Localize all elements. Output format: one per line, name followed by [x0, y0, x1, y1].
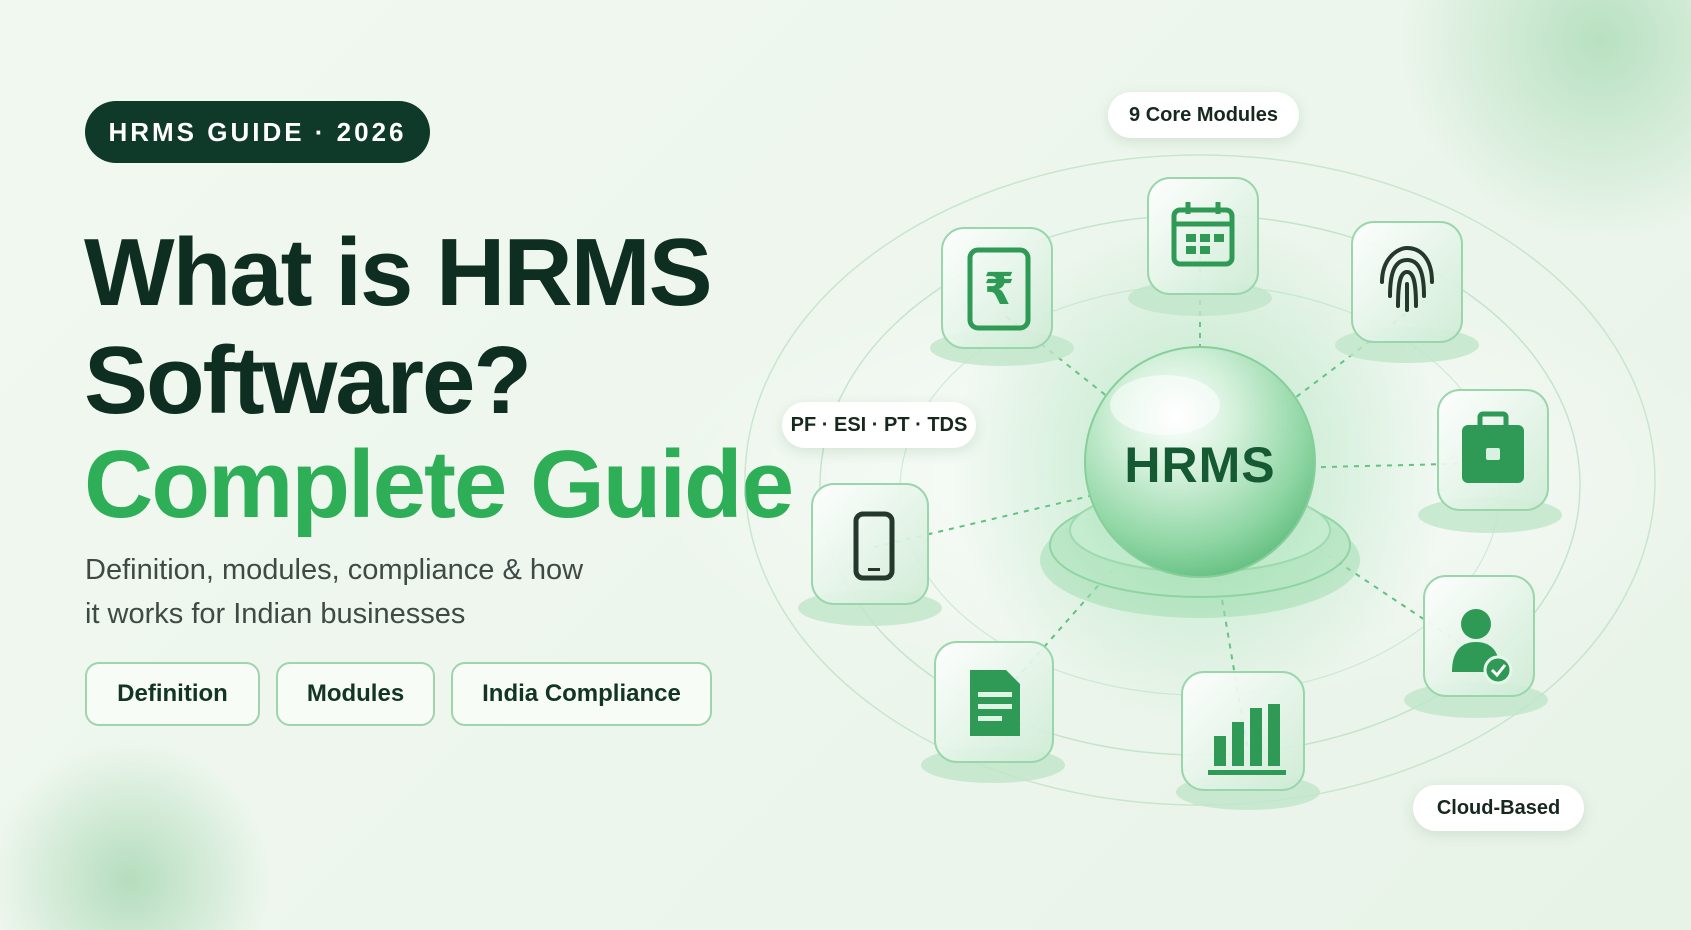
module-tile-payroll: ₹: [930, 227, 1074, 366]
module-tile-documents: [921, 641, 1065, 783]
callout-compliance-taxes: PF · ESI · PT · TDS: [782, 402, 976, 448]
module-tile-mobile: [798, 483, 942, 626]
callout-cloud-based: Cloud-Based: [1413, 785, 1584, 831]
module-tile-analytics: [1176, 671, 1320, 810]
module-tile-recruitment: [1418, 389, 1562, 533]
hub-label: HRMS: [1124, 437, 1276, 493]
callout-core-modules: 9 Core Modules: [1108, 92, 1299, 138]
module-tile-attendance: [1128, 177, 1272, 316]
svg-text:₹: ₹: [984, 264, 1015, 315]
document-icon: [970, 670, 1020, 736]
module-tile-employee: [1404, 575, 1548, 718]
module-tile-biometric: [1335, 221, 1479, 363]
